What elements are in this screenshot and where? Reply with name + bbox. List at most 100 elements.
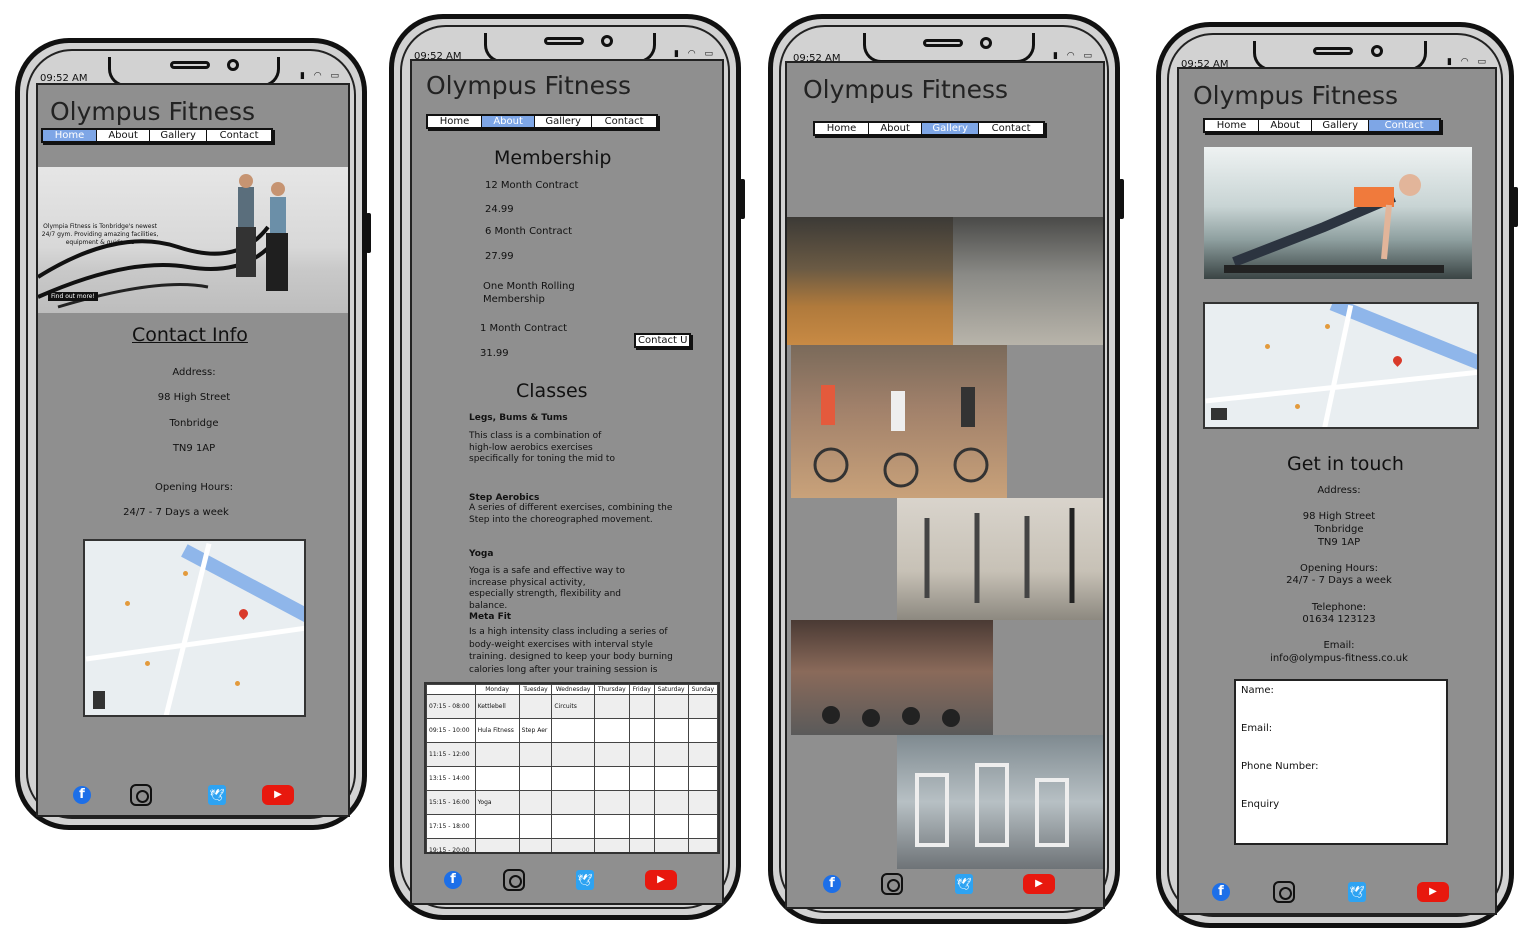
- gallery-photo-machines[interactable]: [897, 735, 1103, 869]
- signal-wifi-battery-icon: ▮ ◠ ▭: [299, 71, 342, 81]
- tab-contact[interactable]: Contact: [1369, 120, 1439, 131]
- timetable-day: Friday: [628, 684, 655, 695]
- plan-name: One Month Rolling Membership: [483, 281, 575, 305]
- find-out-more-button[interactable]: Find out more!: [48, 292, 98, 301]
- timetable-day: Thursday: [593, 684, 630, 695]
- map-pin-icon: [237, 607, 250, 620]
- facebook-icon[interactable]: f: [73, 786, 91, 804]
- facebook-icon[interactable]: f: [444, 871, 462, 889]
- youtube-icon[interactable]: ▶: [262, 785, 294, 805]
- phone-about: 09:52 AM ▮ ◠ ▭ Olympus Fitness Home Abou…: [389, 14, 745, 920]
- timetable-day: Monday: [474, 684, 520, 695]
- address-line-1: 98 High Street: [1302, 511, 1376, 522]
- tab-contact[interactable]: Contact: [207, 130, 271, 141]
- timetable-corner: [426, 684, 476, 695]
- tab-contact[interactable]: Contact: [592, 116, 656, 127]
- map-thumbnail: [1211, 408, 1227, 420]
- facebook-icon[interactable]: f: [823, 875, 841, 893]
- map-road: [85, 625, 304, 662]
- gallery-photo-spin-class[interactable]: [791, 345, 1007, 498]
- nav-bar: Home About Gallery Contact: [1203, 118, 1441, 133]
- membership-heading: Membership: [494, 147, 612, 169]
- twitter-icon[interactable]: 🕊: [955, 874, 973, 894]
- map-poi: [235, 681, 240, 686]
- timetable-table: Monday Tuesday Wednesday Thursday Friday…: [426, 684, 718, 852]
- get-in-touch-heading: Get in touch: [1287, 453, 1404, 475]
- power-button: [1119, 179, 1124, 219]
- phone-home: 09:52 AM ▮ ◠ ▭ Olympus Fitness Home Abou…: [15, 38, 371, 830]
- power-button: [740, 179, 745, 219]
- instagram-icon[interactable]: [1273, 881, 1295, 903]
- spin-bikes-graphic: [813, 385, 989, 488]
- tab-about[interactable]: About: [482, 116, 536, 127]
- enquiry-field[interactable]: Enquiry: [1241, 799, 1279, 810]
- plank-graphic: [1224, 174, 1444, 273]
- name-field[interactable]: Name:: [1241, 685, 1274, 696]
- map-poi: [1325, 324, 1330, 329]
- instagram-icon[interactable]: [130, 784, 152, 806]
- twitter-icon[interactable]: 🕊: [576, 870, 594, 890]
- tab-home[interactable]: Home: [1205, 120, 1260, 131]
- table-row: 07:15 - 08:00 Kettlebell Circuits: [426, 694, 718, 719]
- map-road: [1205, 369, 1477, 404]
- hours-label: Opening Hours:: [154, 482, 234, 493]
- plan-name: 6 Month Contract: [485, 226, 573, 237]
- brand-title: Olympus Fitness: [50, 97, 256, 126]
- facebook-icon[interactable]: f: [1212, 883, 1230, 901]
- gallery-photo-yoga[interactable]: [897, 498, 1103, 620]
- map-poi: [145, 661, 150, 666]
- tab-contact[interactable]: Contact: [979, 123, 1043, 134]
- email-value[interactable]: info@olympus-fitness.co.uk: [1179, 653, 1495, 664]
- plan-name: 12 Month Contract: [485, 180, 579, 191]
- class-desc: Is a high intensity class including a se…: [469, 627, 673, 675]
- timetable-day: Wednesday: [551, 684, 595, 695]
- brand-title: Olympus Fitness: [803, 75, 1009, 104]
- tab-about[interactable]: About: [97, 130, 151, 141]
- tab-home[interactable]: Home: [43, 130, 98, 141]
- location-map[interactable]: [83, 539, 306, 717]
- timetable-day: Tuesday: [518, 684, 553, 695]
- tab-home[interactable]: Home: [428, 116, 483, 127]
- nav-bar: Home About Gallery Contact: [41, 128, 273, 143]
- tab-gallery[interactable]: Gallery: [150, 130, 208, 141]
- address-line-2: Tonbridge: [169, 418, 219, 429]
- youtube-icon[interactable]: ▶: [1023, 874, 1055, 894]
- hours-value: 24/7 - 7 Days a week: [1286, 575, 1392, 586]
- tab-gallery[interactable]: Gallery: [535, 116, 593, 127]
- table-row: 13:15 - 14:00: [426, 766, 718, 791]
- phone-number-field[interactable]: Phone Number:: [1241, 761, 1319, 772]
- location-map[interactable]: [1203, 302, 1479, 429]
- hero-caption: Olympia Fitness is Tonbridge's newest 24…: [41, 223, 159, 246]
- screen: Olympus Fitness Home About Gallery Conta…: [36, 83, 350, 817]
- tab-about[interactable]: About: [1259, 120, 1313, 131]
- tab-about[interactable]: About: [869, 123, 923, 134]
- power-button: [366, 213, 371, 253]
- class-title: Legs, Bums & Tums: [469, 413, 568, 423]
- gallery-photo-gym-floor[interactable]: [953, 217, 1103, 345]
- contact-hero-image: [1204, 147, 1472, 279]
- brand-title: Olympus Fitness: [1193, 81, 1399, 110]
- youtube-icon[interactable]: ▶: [645, 870, 677, 890]
- machines-graphic: [915, 763, 1069, 847]
- signal-wifi-battery-icon: ▮ ◠ ▭: [673, 49, 716, 59]
- yoga-graphic: [924, 508, 1075, 603]
- gallery-photo-studio[interactable]: [787, 217, 953, 345]
- tab-gallery[interactable]: Gallery: [922, 123, 980, 134]
- twitter-icon[interactable]: 🕊: [1348, 882, 1366, 902]
- address-line-3: TN9 1AP: [1317, 537, 1361, 548]
- email-field[interactable]: Email:: [1241, 723, 1272, 734]
- kettlebell-graphic: [822, 706, 960, 727]
- gallery-photo-kettlebells[interactable]: [791, 620, 993, 735]
- hero-image: Olympia Fitness is Tonbridge's newest 24…: [38, 167, 348, 313]
- timetable-day: Saturday: [653, 684, 689, 695]
- contact-us-button[interactable]: Contact U: [634, 333, 692, 348]
- map-poi: [125, 601, 130, 606]
- twitter-icon[interactable]: 🕊: [208, 785, 226, 805]
- instagram-icon[interactable]: [503, 869, 525, 891]
- instagram-icon[interactable]: [881, 873, 903, 895]
- tab-gallery[interactable]: Gallery: [1312, 120, 1370, 131]
- brand-title: Olympus Fitness: [426, 71, 632, 100]
- tab-home[interactable]: Home: [815, 123, 870, 134]
- class-title: Meta Fit: [469, 612, 512, 622]
- youtube-icon[interactable]: ▶: [1417, 882, 1449, 902]
